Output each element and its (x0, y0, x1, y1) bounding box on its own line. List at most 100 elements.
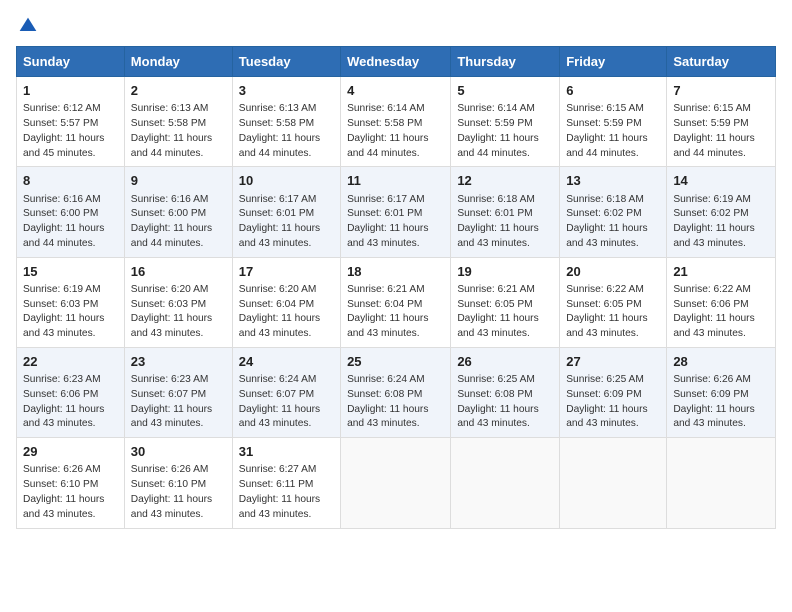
day-number: 14 (673, 172, 769, 190)
day-info: Sunrise: 6:26 AMSunset: 6:09 PMDaylight:… (673, 373, 769, 432)
week-row-4: 22Sunrise: 6:23 AMSunset: 6:06 PMDayligh… (17, 347, 776, 437)
day-info: Sunrise: 6:14 AMSunset: 5:59 PMDaylight:… (457, 102, 553, 161)
day-info: Sunrise: 6:18 AMSunset: 6:01 PMDaylight:… (457, 193, 553, 252)
day-info: Sunrise: 6:25 AMSunset: 6:08 PMDaylight:… (457, 373, 553, 432)
day-info: Sunrise: 6:15 AMSunset: 5:59 PMDaylight:… (673, 102, 769, 161)
day-number: 20 (566, 263, 660, 281)
day-info: Sunrise: 6:17 AMSunset: 6:01 PMDaylight:… (347, 193, 444, 252)
header-tuesday: Tuesday (232, 47, 340, 77)
day-cell: 24Sunrise: 6:24 AMSunset: 6:07 PMDayligh… (232, 347, 340, 437)
day-number: 16 (131, 263, 226, 281)
day-cell: 19 Sunrise: 6:21 AMSunset: 6:05 PMDayligh… (451, 257, 560, 347)
day-cell: 27 Sunrise: 6:25 AMSunset: 6:09 PMDayligh… (560, 347, 667, 437)
week-row-1: 1Sunrise: 6:12 AMSunset: 5:57 PMDaylight… (17, 77, 776, 167)
header-sunday: Sunday (17, 47, 125, 77)
day-cell: 31 Sunrise: 6:27 AMSunset: 6:11 PMDayligh… (232, 438, 340, 528)
day-number: 21 (673, 263, 769, 281)
day-number: 28 (673, 353, 769, 371)
day-info: Sunrise: 6:25 AMSunset: 6:09 PMDaylight:… (566, 373, 660, 432)
day-cell: 20 Sunrise: 6:22 AMSunset: 6:05 PMDayligh… (560, 257, 667, 347)
day-info: Sunrise: 6:27 AMSunset: 6:11 PMDaylight:… (239, 463, 334, 522)
day-number: 15 (23, 263, 118, 281)
logo-icon (18, 16, 38, 36)
day-info: Sunrise: 6:26 AMSunset: 6:10 PMDaylight:… (23, 463, 118, 522)
day-number: 2 (131, 82, 226, 100)
day-info: Sunrise: 6:13 AMSunset: 5:58 PMDaylight:… (131, 102, 226, 161)
day-info: Sunrise: 6:20 AMSunset: 6:03 PMDaylight:… (131, 283, 226, 342)
day-cell: 23 Sunrise: 6:23 AMSunset: 6:07 PMDayligh… (124, 347, 232, 437)
day-cell: 15 Sunrise: 6:19 AMSunset: 6:03 PMDayligh… (17, 257, 125, 347)
day-number: 6 (566, 82, 660, 100)
day-cell (667, 438, 776, 528)
day-number: 5 (457, 82, 553, 100)
day-info: Sunrise: 6:15 AMSunset: 5:59 PMDaylight:… (566, 102, 660, 161)
week-row-3: 15 Sunrise: 6:19 AMSunset: 6:03 PMDayligh… (17, 257, 776, 347)
day-info: Sunrise: 6:21 AMSunset: 6:05 PMDaylight:… (457, 283, 553, 342)
day-cell: 25 Sunrise: 6:24 AMSunset: 6:08 PMDayligh… (341, 347, 451, 437)
day-cell: 14Sunrise: 6:19 AMSunset: 6:02 PMDayligh… (667, 167, 776, 257)
day-cell: 5 Sunrise: 6:14 AMSunset: 5:59 PMDaylight… (451, 77, 560, 167)
header-friday: Friday (560, 47, 667, 77)
calendar-table: SundayMondayTuesdayWednesdayThursdayFrid… (16, 46, 776, 529)
logo (16, 16, 38, 34)
day-info: Sunrise: 6:24 AMSunset: 6:08 PMDaylight:… (347, 373, 444, 432)
day-number: 13 (566, 172, 660, 190)
calendar-header-row: SundayMondayTuesdayWednesdayThursdayFrid… (17, 47, 776, 77)
day-number: 12 (457, 172, 553, 190)
day-cell: 1Sunrise: 6:12 AMSunset: 5:57 PMDaylight… (17, 77, 125, 167)
header-saturday: Saturday (667, 47, 776, 77)
day-cell (451, 438, 560, 528)
day-info: Sunrise: 6:22 AMSunset: 6:05 PMDaylight:… (566, 283, 660, 342)
day-cell: 29 Sunrise: 6:26 AMSunset: 6:10 PMDayligh… (17, 438, 125, 528)
day-number: 30 (131, 443, 226, 461)
week-row-5: 29 Sunrise: 6:26 AMSunset: 6:10 PMDayligh… (17, 438, 776, 528)
day-info: Sunrise: 6:23 AMSunset: 6:06 PMDaylight:… (23, 373, 118, 432)
day-number: 9 (131, 172, 226, 190)
day-cell: 3Sunrise: 6:13 AMSunset: 5:58 PMDaylight… (232, 77, 340, 167)
day-info: Sunrise: 6:26 AMSunset: 6:10 PMDaylight:… (131, 463, 226, 522)
header-monday: Monday (124, 47, 232, 77)
day-cell: 13 Sunrise: 6:18 AMSunset: 6:02 PMDayligh… (560, 167, 667, 257)
header (16, 16, 776, 34)
day-number: 25 (347, 353, 444, 371)
day-number: 27 (566, 353, 660, 371)
day-info: Sunrise: 6:16 AMSunset: 6:00 PMDaylight:… (131, 193, 226, 252)
day-cell: 30 Sunrise: 6:26 AMSunset: 6:10 PMDayligh… (124, 438, 232, 528)
day-number: 11 (347, 172, 444, 190)
day-number: 26 (457, 353, 553, 371)
day-cell: 8Sunrise: 6:16 AMSunset: 6:00 PMDaylight… (17, 167, 125, 257)
day-number: 10 (239, 172, 334, 190)
day-cell: 9 Sunrise: 6:16 AMSunset: 6:00 PMDaylight… (124, 167, 232, 257)
day-info: Sunrise: 6:19 AMSunset: 6:03 PMDaylight:… (23, 283, 118, 342)
day-number: 29 (23, 443, 118, 461)
day-cell: 17Sunrise: 6:20 AMSunset: 6:04 PMDayligh… (232, 257, 340, 347)
day-cell (560, 438, 667, 528)
day-cell: 28 Sunrise: 6:26 AMSunset: 6:09 PMDayligh… (667, 347, 776, 437)
day-info: Sunrise: 6:23 AMSunset: 6:07 PMDaylight:… (131, 373, 226, 432)
day-number: 4 (347, 82, 444, 100)
day-cell: 26 Sunrise: 6:25 AMSunset: 6:08 PMDayligh… (451, 347, 560, 437)
day-info: Sunrise: 6:22 AMSunset: 6:06 PMDaylight:… (673, 283, 769, 342)
day-info: Sunrise: 6:16 AMSunset: 6:00 PMDaylight:… (23, 193, 118, 252)
day-number: 19 (457, 263, 553, 281)
day-cell: 4 Sunrise: 6:14 AMSunset: 5:58 PMDaylight… (341, 77, 451, 167)
day-cell: 2 Sunrise: 6:13 AMSunset: 5:58 PMDaylight… (124, 77, 232, 167)
day-number: 31 (239, 443, 334, 461)
day-cell: 11 Sunrise: 6:17 AMSunset: 6:01 PMDayligh… (341, 167, 451, 257)
day-info: Sunrise: 6:18 AMSunset: 6:02 PMDaylight:… (566, 193, 660, 252)
header-wednesday: Wednesday (341, 47, 451, 77)
day-cell: 21 Sunrise: 6:22 AMSunset: 6:06 PMDayligh… (667, 257, 776, 347)
day-cell: 6 Sunrise: 6:15 AMSunset: 5:59 PMDaylight… (560, 77, 667, 167)
day-cell: 22Sunrise: 6:23 AMSunset: 6:06 PMDayligh… (17, 347, 125, 437)
day-cell: 18 Sunrise: 6:21 AMSunset: 6:04 PMDayligh… (341, 257, 451, 347)
day-cell: 10Sunrise: 6:17 AMSunset: 6:01 PMDayligh… (232, 167, 340, 257)
day-cell (341, 438, 451, 528)
day-number: 18 (347, 263, 444, 281)
day-cell: 7Sunrise: 6:15 AMSunset: 5:59 PMDaylight… (667, 77, 776, 167)
header-thursday: Thursday (451, 47, 560, 77)
day-number: 23 (131, 353, 226, 371)
week-row-2: 8Sunrise: 6:16 AMSunset: 6:00 PMDaylight… (17, 167, 776, 257)
day-info: Sunrise: 6:20 AMSunset: 6:04 PMDaylight:… (239, 283, 334, 342)
day-info: Sunrise: 6:21 AMSunset: 6:04 PMDaylight:… (347, 283, 444, 342)
day-info: Sunrise: 6:14 AMSunset: 5:58 PMDaylight:… (347, 102, 444, 161)
